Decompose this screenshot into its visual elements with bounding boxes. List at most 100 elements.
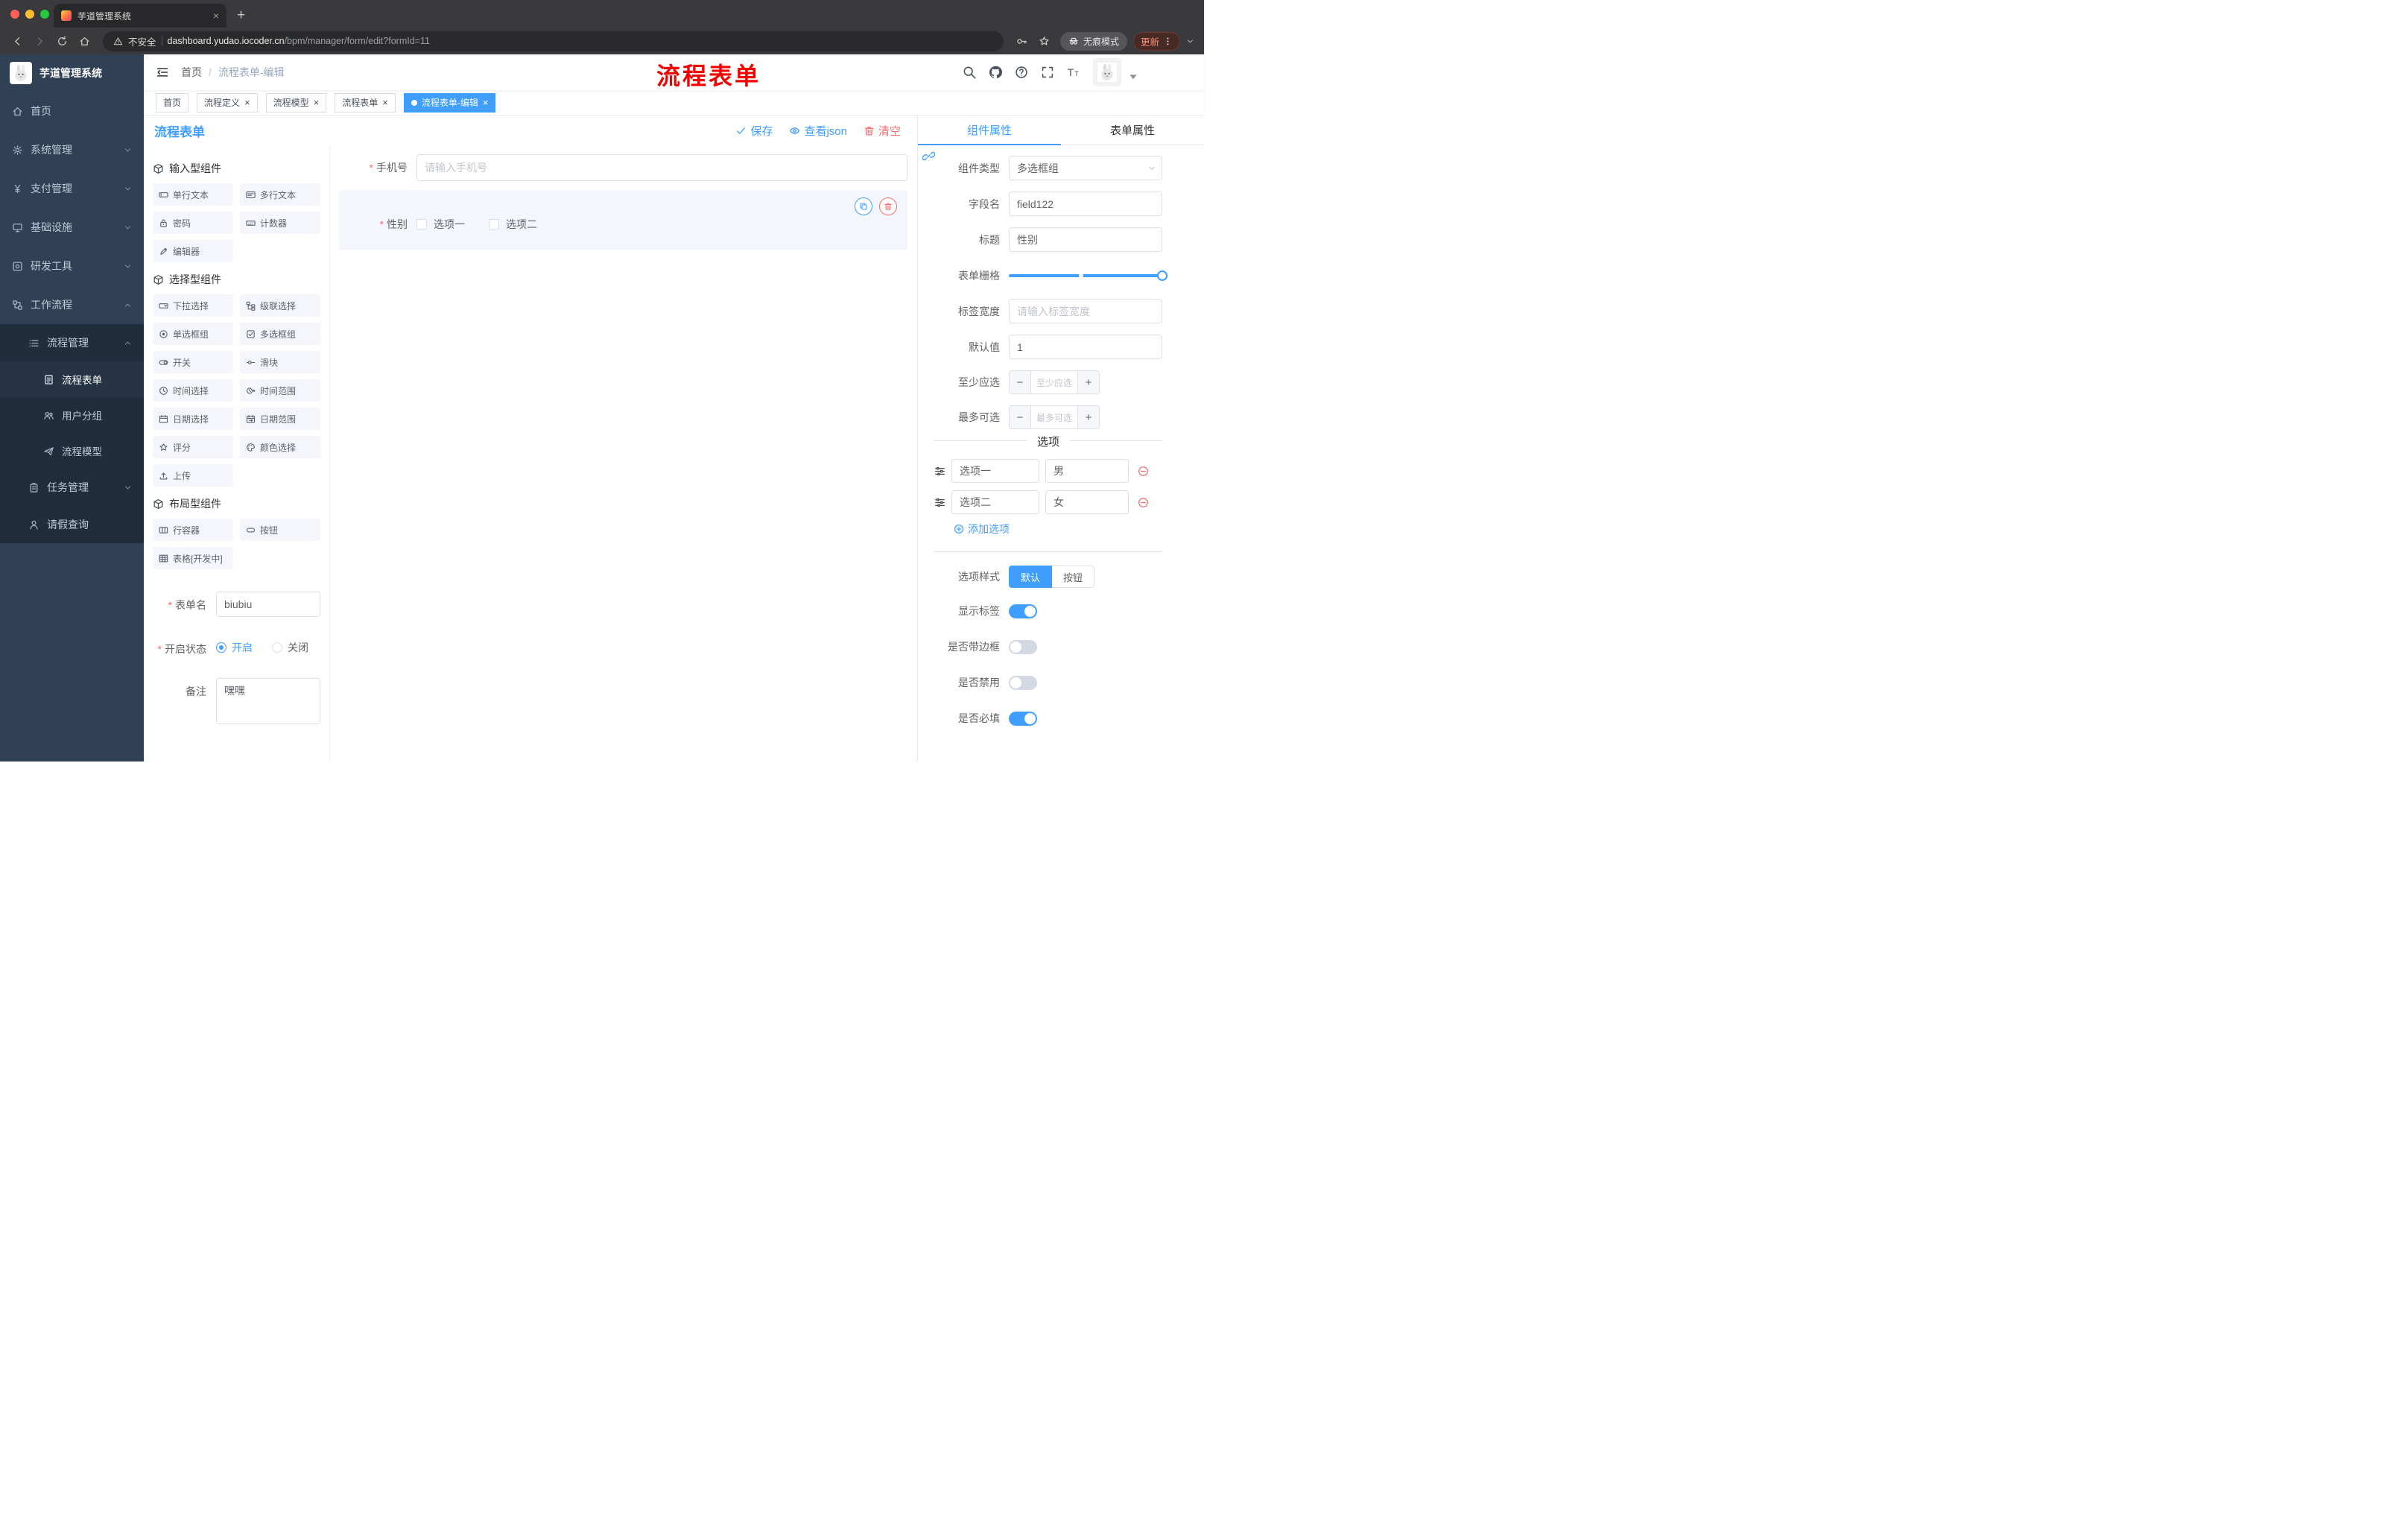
prop-input[interactable]: [1009, 191, 1162, 216]
form-grid-slider[interactable]: [1009, 263, 1167, 288]
sidebar-item[interactable]: 系统管理: [0, 130, 144, 169]
palette-item[interactable]: 密码: [153, 212, 233, 234]
new-tab-button[interactable]: +: [237, 7, 245, 24]
phone-input[interactable]: [416, 154, 907, 181]
palette-item[interactable]: 按钮: [240, 519, 320, 541]
tab-form-props[interactable]: 表单属性: [1061, 115, 1204, 145]
canvas-field[interactable]: 手机号: [339, 151, 907, 184]
radio-open[interactable]: 开启: [216, 640, 253, 655]
zoom-window-button[interactable]: [40, 10, 49, 19]
close-tab-icon[interactable]: ×: [213, 10, 219, 22]
toolbar-chevron-down-icon[interactable]: [1183, 31, 1197, 51]
add-option-button[interactable]: 添加选项: [954, 522, 1162, 536]
number-stepper[interactable]: − 至少应选 +: [1009, 370, 1100, 394]
palette-item[interactable]: 行容器: [153, 519, 233, 541]
breadcrumb-home[interactable]: 首页: [181, 65, 202, 80]
palette-item[interactable]: 多行文本: [240, 183, 320, 206]
palette-item[interactable]: 上传: [153, 464, 233, 487]
palette-item[interactable]: 编辑器: [153, 240, 233, 262]
minus-button[interactable]: −: [1010, 406, 1031, 428]
sidebar-item[interactable]: 工作流程: [0, 285, 144, 324]
palette-item[interactable]: 时间范围: [240, 379, 320, 402]
nav-tag[interactable]: 流程模型 ×: [265, 92, 327, 113]
radio-closed[interactable]: 关闭: [272, 640, 308, 655]
fullscreen-icon[interactable]: [1041, 66, 1054, 79]
plus-button[interactable]: +: [1077, 406, 1099, 428]
kebab-menu-icon[interactable]: [1163, 37, 1173, 46]
option-label-input[interactable]: [951, 459, 1039, 483]
option-value-input[interactable]: [1045, 459, 1129, 483]
close-tag-icon[interactable]: ×: [314, 98, 320, 107]
toggle-switch[interactable]: [1009, 675, 1037, 690]
remove-option-icon[interactable]: [1138, 497, 1149, 508]
remark-textarea[interactable]: 嘿嘿: [216, 678, 320, 724]
app-logo-row[interactable]: 芋道管理系统: [0, 54, 144, 92]
avatar-caret-down-icon[interactable]: [1127, 70, 1140, 83]
clear-button[interactable]: 清空: [864, 123, 901, 139]
form-canvas[interactable]: 手机号性别选项一 选项二: [330, 145, 917, 762]
sidebar-item[interactable]: 流程表单: [0, 361, 144, 397]
slider-handle[interactable]: [1157, 270, 1167, 281]
nav-tag[interactable]: 首页: [156, 92, 189, 113]
nav-tag[interactable]: 流程表单-编辑 ×: [403, 92, 496, 113]
avatar[interactable]: [1093, 58, 1121, 86]
forward-icon[interactable]: [30, 31, 49, 51]
bookmark-star-icon[interactable]: [1035, 31, 1054, 51]
link-icon[interactable]: [922, 150, 935, 162]
prop-input[interactable]: [1009, 299, 1162, 323]
menu-fold-icon[interactable]: [156, 66, 169, 79]
component-type-select[interactable]: [1009, 156, 1162, 180]
prop-input[interactable]: [1009, 335, 1162, 359]
delete-widget-button[interactable]: [879, 197, 897, 215]
close-tag-icon[interactable]: ×: [382, 98, 388, 107]
style-button[interactable]: 按钮: [1052, 566, 1095, 588]
toggle-switch[interactable]: [1009, 639, 1037, 654]
remove-option-icon[interactable]: [1138, 466, 1149, 477]
canvas-widget-selected[interactable]: 性别选项一 选项二: [339, 190, 907, 250]
back-icon[interactable]: [7, 31, 27, 51]
sidebar-item[interactable]: 研发工具: [0, 247, 144, 285]
checkbox-icon[interactable]: [416, 219, 427, 229]
browser-tab[interactable]: 芋道管理系统 ×: [54, 4, 226, 28]
toggle-switch[interactable]: [1009, 711, 1037, 726]
palette-item[interactable]: 开关: [153, 351, 233, 373]
minus-button[interactable]: −: [1010, 371, 1031, 393]
style-button[interactable]: 默认: [1009, 566, 1053, 588]
sidebar-item[interactable]: 用户分组: [0, 397, 144, 433]
palette-item[interactable]: 级联选择: [240, 294, 320, 317]
palette-item[interactable]: 评分: [153, 436, 233, 458]
palette-item[interactable]: 单选框组: [153, 323, 233, 345]
palette-item[interactable]: 多选框组: [240, 323, 320, 345]
checkbox-icon[interactable]: [489, 219, 499, 229]
option-value-input[interactable]: [1045, 490, 1129, 514]
palette-item[interactable]: 123 计数器: [240, 212, 320, 234]
update-button[interactable]: 更新: [1132, 31, 1180, 51]
close-window-button[interactable]: [10, 10, 19, 19]
plus-button[interactable]: +: [1077, 371, 1099, 393]
github-icon[interactable]: [989, 66, 1002, 79]
sidebar-item[interactable]: 任务管理: [0, 469, 144, 506]
key-icon[interactable]: [1013, 31, 1032, 51]
palette-item[interactable]: 时间选择: [153, 379, 233, 402]
palette-item[interactable]: 颜色选择: [240, 436, 320, 458]
checkbox-option[interactable]: 选项二: [489, 217, 537, 232]
browser-home-icon[interactable]: [75, 31, 94, 51]
copy-widget-button[interactable]: [855, 197, 872, 215]
sidebar-item[interactable]: 请假查询: [0, 506, 144, 543]
address-bar[interactable]: 不安全 dashboard.yudao.iocoder.cn/bpm/manag…: [103, 31, 1004, 51]
reload-icon[interactable]: [52, 31, 72, 51]
minimize-window-button[interactable]: [25, 10, 34, 19]
number-stepper[interactable]: − 最多可选 +: [1009, 405, 1100, 429]
toggle-switch[interactable]: [1009, 604, 1037, 618]
search-icon[interactable]: [963, 66, 976, 79]
prop-input[interactable]: [1009, 227, 1162, 252]
sidebar-item[interactable]: 流程管理: [0, 324, 144, 361]
drag-handle-icon[interactable]: [934, 466, 945, 477]
option-label-input[interactable]: [951, 490, 1039, 514]
close-tag-icon[interactable]: ×: [244, 98, 250, 107]
help-icon[interactable]: [1015, 66, 1028, 79]
palette-item[interactable]: 表格[开发中]: [153, 547, 233, 569]
font-size-icon[interactable]: TT: [1067, 66, 1080, 79]
nav-tag[interactable]: 流程定义 ×: [197, 92, 258, 113]
close-tag-icon[interactable]: ×: [483, 98, 489, 107]
